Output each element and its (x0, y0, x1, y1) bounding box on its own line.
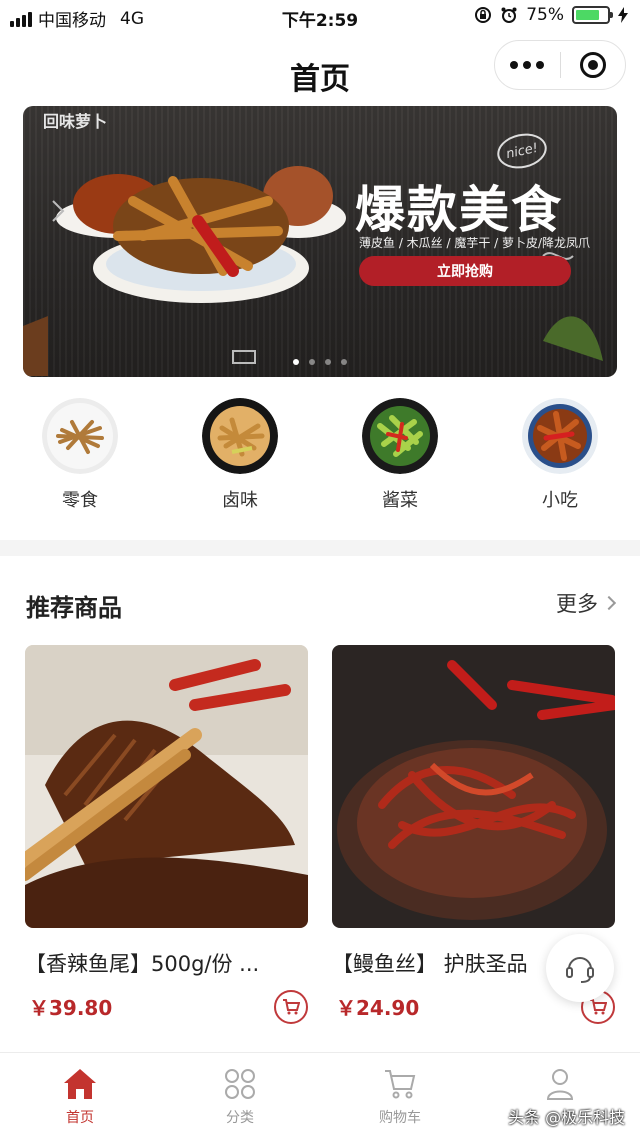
carousel-dot[interactable] (293, 359, 299, 365)
more-dots-icon (510, 61, 519, 69)
headset-icon (566, 957, 594, 983)
add-to-cart-button[interactable] (274, 990, 308, 1024)
category-item-snack[interactable]: 零食 (20, 398, 140, 512)
spicy-fish-tail-photo (25, 645, 308, 928)
cart-icon (590, 999, 607, 1015)
carousel-dot[interactable] (309, 359, 315, 365)
product-card[interactable]: 【香辣鱼尾】500g/份 ... ￥39.80 (25, 645, 308, 1024)
street-food-dish-image (522, 398, 598, 474)
user-icon (546, 1069, 574, 1100)
charging-icon (618, 7, 628, 23)
section-title: 推荐商品 (26, 594, 122, 622)
banner-carousel[interactable]: 回味萝卜 nice! 爆款美食 薄皮鱼 / 木瓜丝 / 魔芋干 / 萝卜皮/降龙… (23, 106, 617, 377)
shopping-cart-icon (385, 1070, 416, 1099)
product-footer: ￥39.80 (25, 990, 308, 1024)
battery-icon (572, 6, 613, 24)
category-label: 零食 (62, 490, 98, 511)
battery-percent: 75% (526, 5, 564, 25)
tab-label: 分类 (226, 1110, 254, 1126)
more-options-button[interactable] (495, 41, 560, 89)
tab-profile[interactable] (480, 1067, 640, 1107)
close-mini-program-button[interactable] (561, 41, 626, 89)
category-label: 酱菜 (382, 490, 418, 511)
banner-subtitle: 薄皮鱼 / 木瓜丝 / 魔芋干 / 萝卜皮/降龙凤爪 (359, 236, 591, 250)
rotation-lock-icon (475, 7, 492, 23)
tab-label: 首页 (66, 1110, 94, 1126)
mini-program-capsule (494, 40, 626, 90)
product-price: ￥39.80 (29, 996, 113, 1020)
eel-shreds-photo (332, 645, 615, 928)
carousel-dot[interactable] (325, 359, 331, 365)
target-icon (579, 52, 606, 78)
product-name: 【香辣鱼尾】500g/份 ... (25, 952, 260, 976)
category-grid-icon (225, 1069, 255, 1099)
product-price: ￥24.90 (336, 996, 420, 1020)
category-row: 零食 卤味 酱菜 小吃 (0, 398, 640, 518)
more-label: 更多 (556, 592, 598, 616)
category-item-pickle[interactable]: 酱菜 (340, 398, 460, 512)
customer-service-button[interactable] (546, 934, 614, 1002)
category-label: 卤味 (222, 490, 258, 511)
home-icon (64, 1069, 96, 1099)
category-label: 小吃 (542, 490, 578, 511)
carousel-indicators[interactable] (23, 359, 617, 365)
carousel-dot[interactable] (341, 359, 347, 365)
section-divider (0, 540, 640, 556)
nav-bar: 首页 (0, 34, 640, 106)
tab-cart[interactable]: 购物车 (320, 1067, 480, 1127)
cart-icon (283, 999, 300, 1015)
tab-label: 购物车 (379, 1110, 421, 1126)
alarm-icon (501, 7, 517, 23)
category-item-braised[interactable]: 卤味 (180, 398, 300, 512)
watermark: 头条 @极乐科技 (508, 1108, 626, 1127)
more-link[interactable]: 更多 (556, 588, 617, 618)
banner-title: 爆款美食 (355, 181, 563, 239)
braised-dish-image (202, 398, 278, 474)
tab-home[interactable]: 首页 (0, 1067, 160, 1127)
category-item-street-food[interactable]: 小吃 (500, 398, 620, 512)
chevron-right-icon (601, 595, 617, 611)
banner-brand-logo: 回味萝卜 (43, 112, 108, 131)
tab-category[interactable]: 分类 (160, 1067, 320, 1127)
status-right: 75% (474, 5, 628, 25)
pickle-dish-image (362, 398, 438, 474)
battery-level (576, 10, 599, 20)
snack-dish-image (42, 398, 118, 474)
buy-now-button[interactable]: 立即抢购 (359, 256, 571, 286)
status-bar: 中国移动 4G 下午2:59 75% (0, 0, 640, 34)
